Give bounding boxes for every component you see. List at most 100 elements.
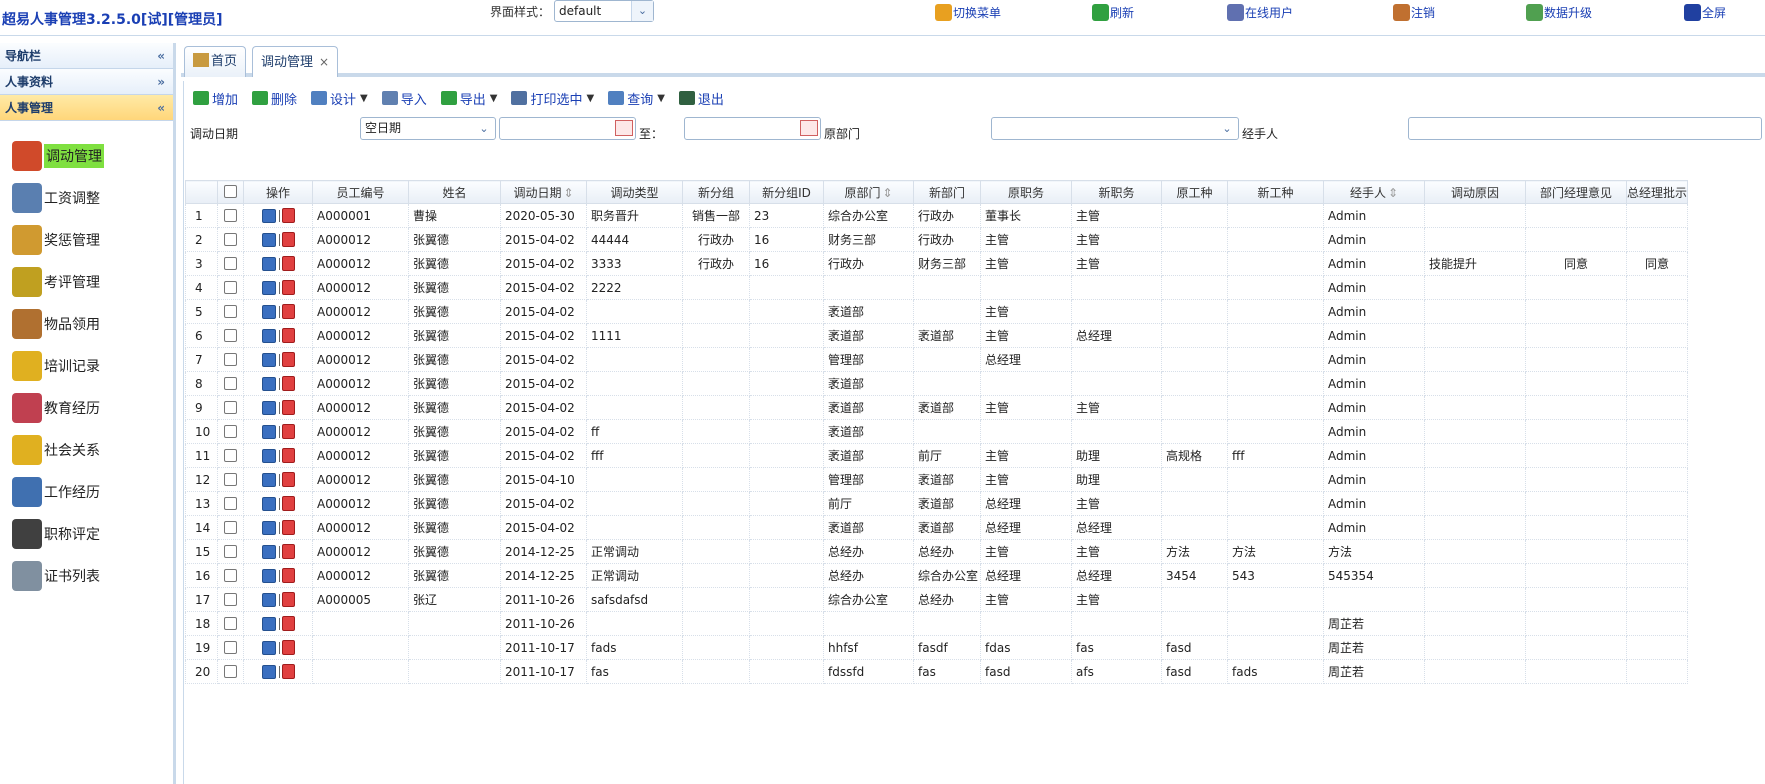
row-checkbox[interactable] <box>224 544 237 558</box>
style-select[interactable]: default ⌄ <box>554 0 654 22</box>
sidebar-item-6[interactable]: 教育经历 <box>0 387 173 429</box>
row-checkbox[interactable] <box>224 424 237 438</box>
edit-icon[interactable] <box>261 281 276 295</box>
sidebar-item-4[interactable]: 物品领用 <box>0 303 173 345</box>
row-checkbox[interactable] <box>224 352 237 366</box>
sidebar-item-2[interactable]: 奖惩管理 <box>0 219 173 261</box>
date-from-input[interactable] <box>499 117 636 140</box>
column-header[interactable]: 原职务 <box>980 180 1072 204</box>
handler-input[interactable] <box>1408 117 1762 140</box>
table-row[interactable]: 6 A000012 张翼德 2015-04-02 1111 袤道部 袤道部 主管 总经理 Admi… <box>185 323 1689 348</box>
row-select-cell[interactable] <box>217 203 244 228</box>
row-select-cell[interactable] <box>217 515 244 540</box>
edit-icon[interactable] <box>261 377 276 391</box>
table-row[interactable]: 10 A000012 张翼德 2015-04-02 ff 袤道部 Admin <box>185 419 1689 444</box>
toolbar-button-0[interactable]: 增加 <box>193 89 238 108</box>
trash-icon[interactable] <box>281 568 295 583</box>
edit-icon[interactable] <box>261 593 276 607</box>
column-header[interactable]: 操作 <box>243 180 313 204</box>
toolbar-button-2[interactable]: 设计 ▼ <box>311 89 368 108</box>
top-button-2[interactable]: 在线用户 <box>1227 4 1293 21</box>
table-row[interactable]: 20 2011-10-17 fas fdssfd fas fasd afs fasd fads 周… <box>185 659 1689 684</box>
tab-0[interactable]: 首页 <box>184 46 247 77</box>
table-row[interactable]: 11 A000012 张翼德 2015-04-02 fff 袤道部 前厅 主管 助理 高规格 fff… <box>185 443 1689 468</box>
select-all-checkbox[interactable] <box>224 185 237 198</box>
edit-icon[interactable] <box>261 569 276 583</box>
column-header[interactable]: 员工编号 <box>312 180 409 204</box>
edit-icon[interactable] <box>261 617 276 631</box>
row-select-cell[interactable] <box>217 563 244 588</box>
row-checkbox[interactable] <box>224 592 237 606</box>
sidebar-item-9[interactable]: 职称评定 <box>0 513 173 555</box>
edit-icon[interactable] <box>261 425 276 439</box>
table-row[interactable]: 2 A000012 张翼德 2015-04-02 44444 行政办 16 财务三部 行政办 主管… <box>185 227 1689 252</box>
row-checkbox[interactable] <box>224 448 237 462</box>
table-row[interactable]: 15 A000012 张翼德 2014-12-25 正常调动 总经办 总经办 主管 主管 方法 方法… <box>185 539 1689 564</box>
trash-icon[interactable] <box>281 544 295 559</box>
table-row[interactable]: 1 A000001 曹操 2020-05-30 职务晋升 销售一部 23 综合办公室 行政办 董事… <box>185 203 1689 228</box>
trash-icon[interactable] <box>281 424 295 439</box>
trash-icon[interactable] <box>281 640 295 655</box>
row-select-cell[interactable] <box>217 227 244 252</box>
trash-icon[interactable] <box>281 592 295 607</box>
edit-icon[interactable] <box>261 233 276 247</box>
table-row[interactable]: 16 A000012 张翼德 2014-12-25 正常调动 总经办 综合办公室 总经理 总经理… <box>185 563 1689 588</box>
edit-icon[interactable] <box>261 209 276 223</box>
trash-icon[interactable] <box>281 304 295 319</box>
row-checkbox[interactable] <box>224 640 237 654</box>
row-checkbox[interactable] <box>224 280 237 294</box>
row-select-cell[interactable] <box>217 299 244 324</box>
row-checkbox[interactable] <box>224 304 237 318</box>
caret-down-icon[interactable]: ▼ <box>587 93 595 104</box>
table-row[interactable]: 18 2011-10-26 周芷若 <box>185 611 1689 636</box>
edit-icon[interactable] <box>261 305 276 319</box>
trash-icon[interactable] <box>281 232 295 247</box>
edit-icon[interactable] <box>261 353 276 367</box>
row-select-cell[interactable] <box>217 611 244 636</box>
trash-icon[interactable] <box>281 352 295 367</box>
row-checkbox[interactable] <box>224 400 237 414</box>
edit-icon[interactable] <box>261 545 276 559</box>
from-dept-select[interactable]: ⌄ <box>991 117 1239 140</box>
row-select-cell[interactable] <box>217 635 244 660</box>
edit-icon[interactable] <box>261 329 276 343</box>
row-select-cell[interactable] <box>217 251 244 276</box>
caret-down-icon[interactable]: ▼ <box>657 93 665 104</box>
table-row[interactable]: 13 A000012 张翼德 2015-04-02 前厅 袤道部 总经理 主管 Admin <box>185 491 1689 516</box>
chevron-collapse-icon[interactable]: « <box>157 95 165 121</box>
row-checkbox[interactable] <box>224 520 237 534</box>
table-row[interactable]: 17 A000005 张辽 2011-10-26 safsdafsd 综合办公室 总经办 主管… <box>185 587 1689 612</box>
top-button-0[interactable]: 切换菜单 <box>935 4 1001 21</box>
toolbar-button-7[interactable]: 退出 <box>678 89 724 108</box>
sidebar-item-5[interactable]: 培训记录 <box>0 345 173 387</box>
sort-icon[interactable]: ⇕ <box>882 186 892 200</box>
column-header[interactable]: 新分组ID <box>749 180 824 204</box>
row-select-cell[interactable] <box>217 443 244 468</box>
trash-icon[interactable] <box>281 448 295 463</box>
trash-icon[interactable] <box>281 616 295 631</box>
caret-down-icon[interactable]: ▼ <box>490 93 498 104</box>
table-row[interactable]: 19 2011-10-17 fads hhfsf fasdf fdas fas fasd 周芷若 <box>185 635 1689 660</box>
sort-icon[interactable]: ⇕ <box>1388 186 1398 200</box>
column-header[interactable]: 部门经理意见 <box>1525 180 1627 204</box>
row-checkbox[interactable] <box>224 376 237 390</box>
table-row[interactable]: 4 A000012 张翼德 2015-04-02 2222 Admin <box>185 275 1689 300</box>
trash-icon[interactable] <box>281 496 295 511</box>
table-row[interactable]: 14 A000012 张翼德 2015-04-02 袤道部 袤道部 总经理 总经理 Admin <box>185 515 1689 540</box>
sidebar-item-1[interactable]: 工资调整 <box>0 177 173 219</box>
sidebar-item-10[interactable]: 证书列表 <box>0 555 173 597</box>
column-header[interactable]: 原工种 <box>1161 180 1228 204</box>
toolbar-button-5[interactable]: 打印选中 ▼ <box>511 89 594 108</box>
column-header[interactable]: 调动类型 <box>586 180 683 204</box>
row-checkbox[interactable] <box>224 256 237 270</box>
row-select-cell[interactable] <box>217 371 244 396</box>
table-row[interactable]: 7 A000012 张翼德 2015-04-02 管理部 总经理 Admin <box>185 347 1689 372</box>
row-checkbox[interactable] <box>224 664 237 678</box>
column-header[interactable]: 姓名 <box>408 180 501 204</box>
top-button-3[interactable]: 注销 <box>1393 4 1435 21</box>
column-header[interactable]: 新部门 <box>913 180 981 204</box>
row-select-cell[interactable] <box>217 467 244 492</box>
column-header[interactable]: 新职务 <box>1071 180 1162 204</box>
edit-icon[interactable] <box>261 473 276 487</box>
column-header[interactable]: 经手人 ⇕ <box>1323 180 1425 204</box>
